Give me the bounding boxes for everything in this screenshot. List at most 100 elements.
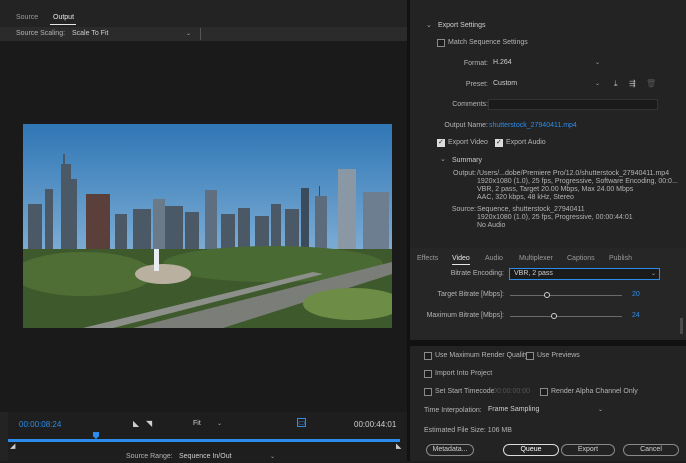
match-sequence-label: Match Sequence Settings	[448, 39, 528, 46]
divider	[200, 28, 201, 40]
export-audio-checkbox[interactable]	[495, 138, 503, 147]
source-range-dropdown[interactable]: Sequence In/Out ⌄	[174, 451, 279, 463]
preset-label: Preset:	[465, 81, 488, 88]
export-video-label: Export Video	[448, 139, 488, 146]
work-area-bar[interactable]	[8, 439, 400, 442]
max-render-quality-label: Use Maximum Render Quality	[435, 352, 529, 359]
aspect-ratio-icon[interactable]: ▭	[297, 418, 306, 427]
use-previews-checkbox[interactable]	[526, 352, 534, 360]
comments-label: Comments:	[452, 101, 488, 108]
mark-out-icon[interactable]: ◥	[146, 419, 152, 428]
set-start-timecode-checkbox[interactable]	[424, 388, 432, 396]
set-start-timecode-label: Set Start Timecode	[435, 388, 495, 395]
tab-effects[interactable]: Effects	[417, 255, 438, 262]
max-render-quality-checkbox[interactable]	[424, 352, 432, 360]
summary-output-line: 1920x1080 (1.0), 25 fps, Progressive, So…	[477, 178, 678, 185]
import-into-project-checkbox[interactable]	[424, 370, 432, 378]
summary-source-label: Source:	[451, 206, 476, 213]
summary-source-line: 1920x1080 (1.0), 25 fps, Progressive, 00…	[477, 214, 633, 221]
summary-output-label: Output:	[453, 170, 476, 177]
tab-output[interactable]: Output	[53, 14, 74, 21]
export-button[interactable]: Export	[561, 444, 615, 456]
source-range-label: Source Range:	[126, 453, 173, 460]
fit-value: Fit	[193, 420, 201, 427]
tab-captions[interactable]: Captions	[567, 255, 595, 262]
summary-source-line: Sequence, shutterstock_27940411	[477, 206, 585, 213]
playhead[interactable]	[93, 432, 99, 439]
render-alpha-checkbox[interactable]	[540, 388, 548, 396]
output-name-link[interactable]: shutterstock_27940411.mp4	[489, 122, 577, 129]
max-bitrate-slider[interactable]	[510, 316, 622, 317]
export-settings-panel: ⌄ Export Settings Match Sequence Setting…	[410, 0, 686, 248]
export-audio-label: Export Audio	[506, 139, 546, 146]
bitrate-encoding-label: Bitrate Encoding:	[450, 270, 504, 277]
import-preset-icon[interactable]: ⇶	[629, 79, 636, 88]
target-bitrate-knob[interactable]	[544, 292, 550, 298]
chevron-down-icon: ⌄	[650, 271, 656, 277]
tab-audio[interactable]: Audio	[485, 255, 503, 262]
zoom-fit-dropdown[interactable]: Fit ⌄	[188, 418, 226, 430]
target-bitrate-label: Target Bitrate [Mbps]:	[437, 291, 504, 298]
target-bitrate-value[interactable]: 20	[632, 291, 640, 298]
max-bitrate-value[interactable]: 24	[632, 312, 640, 319]
time-interpolation-label: Time Interpolation:	[424, 407, 482, 414]
source-range-value: Sequence In/Out	[179, 453, 232, 460]
source-scaling-label: Source Scaling:	[16, 30, 66, 37]
save-preset-icon[interactable]: ⤓	[614, 79, 618, 89]
source-scaling-dropdown[interactable]: Scale To Fit ⌄	[67, 28, 195, 40]
export-video-checkbox[interactable]	[437, 138, 445, 147]
summary-output-line: AAC, 320 kbps, 48 kHz, Stereo	[477, 194, 574, 201]
delete-preset-icon[interactable]: 🗑	[646, 79, 656, 88]
render-alpha-label: Render Alpha Channel Only	[551, 388, 638, 395]
tab-multiplexer[interactable]: Multiplexer	[519, 255, 553, 262]
active-tab-indicator	[50, 24, 76, 25]
collapse-icon[interactable]: ⌄	[440, 155, 446, 163]
time-interpolation-dropdown[interactable]: Frame Sampling ⌄	[483, 404, 607, 416]
video-frame	[23, 124, 392, 328]
queue-button[interactable]: Queue	[503, 444, 559, 456]
in-point-icon[interactable]: ◢	[10, 442, 15, 450]
summary-header: Summary	[452, 157, 482, 164]
tab-source[interactable]: Source	[16, 14, 38, 21]
time-interpolation-value: Frame Sampling	[488, 406, 540, 413]
scrollbar[interactable]	[680, 318, 683, 334]
source-scaling-row: Source Scaling: Scale To Fit ⌄	[0, 27, 407, 41]
comments-input[interactable]	[488, 99, 658, 110]
chevron-down-icon: ⌄	[185, 31, 191, 37]
timeline-controls: 00:00:08:24 ◣ ◥ Fit ⌄ ▭ 00:00:44:01 ◢ ◣ …	[8, 412, 407, 461]
format-dropdown[interactable]: H.264 ⌄	[488, 57, 604, 69]
chevron-down-icon: ⌄	[216, 421, 222, 427]
collapse-icon[interactable]: ⌄	[426, 21, 432, 29]
mark-in-icon[interactable]: ◣	[133, 419, 139, 428]
chevron-down-icon: ⌄	[594, 81, 600, 87]
source-output-tabs: Source Output	[0, 0, 407, 27]
tab-video[interactable]: Video	[452, 255, 470, 262]
cancel-button[interactable]: Cancel	[623, 444, 679, 456]
preset-dropdown[interactable]: Custom ⌄	[488, 78, 604, 90]
match-sequence-checkbox[interactable]	[437, 39, 445, 47]
max-bitrate-knob[interactable]	[551, 313, 557, 319]
output-name-label: Output Name:	[444, 122, 488, 129]
summary-source-line: No Audio	[477, 222, 506, 229]
start-timecode-value[interactable]: 00:00:00:00	[493, 388, 530, 395]
target-bitrate-slider[interactable]	[510, 295, 622, 296]
export-settings-header: Export Settings	[438, 22, 486, 29]
import-into-project-label: Import Into Project	[435, 370, 493, 377]
out-point-icon[interactable]: ◣	[396, 442, 401, 450]
video-settings-panel: Effects Video Audio Multiplexer Captions…	[410, 248, 686, 340]
video-preview-area	[0, 41, 407, 412]
render-options-panel: Use Maximum Render Quality Use Previews …	[410, 346, 686, 461]
chevron-down-icon: ⌄	[597, 407, 603, 413]
tab-publish[interactable]: Publish	[609, 255, 632, 262]
source-scaling-value: Scale To Fit	[72, 30, 109, 37]
current-timecode[interactable]: 00:00:08:24	[19, 420, 61, 429]
max-bitrate-label: Maximum Bitrate [Mbps]:	[426, 312, 504, 319]
chevron-down-icon: ⌄	[594, 60, 600, 66]
bitrate-encoding-dropdown[interactable]: VBR, 2 pass ⌄	[509, 268, 660, 280]
use-previews-label: Use Previews	[537, 352, 580, 359]
format-label: Format:	[463, 60, 488, 67]
bitrate-encoding-value: VBR, 2 pass	[514, 270, 553, 277]
summary-output-line: /Users/...dobe/Premiere Pro/12.0/shutter…	[477, 170, 670, 177]
active-tab-indicator	[452, 264, 470, 265]
metadata-button[interactable]: Metadata...	[426, 444, 474, 456]
